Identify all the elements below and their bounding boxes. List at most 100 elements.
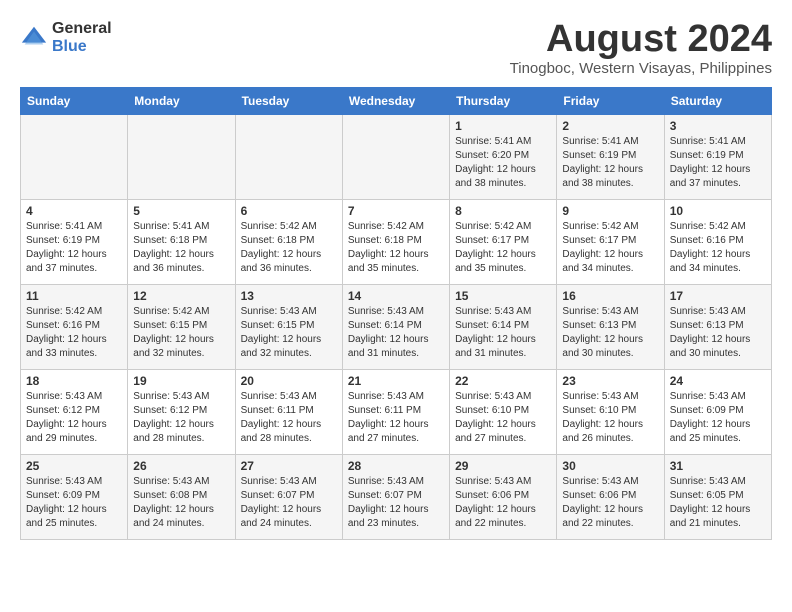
day-number: 7 xyxy=(348,204,444,218)
day-info: Sunrise: 5:43 AM Sunset: 6:06 PM Dayligh… xyxy=(562,475,658,531)
day-number: 24 xyxy=(670,374,766,388)
calendar-cell: 5 Sunrise: 5:41 AM Sunset: 6:18 PM Daylig… xyxy=(128,200,235,285)
day-info: Sunrise: 5:41 AM Sunset: 6:18 PM Dayligh… xyxy=(133,220,229,276)
day-info: Sunrise: 5:43 AM Sunset: 6:12 PM Dayligh… xyxy=(26,390,122,446)
day-info: Sunrise: 5:43 AM Sunset: 6:10 PM Dayligh… xyxy=(455,390,551,446)
calendar-cell: 23Sunrise: 5:43 AM Sunset: 6:10 PM Dayli… xyxy=(557,370,664,455)
calendar-cell: 29 Sunrise: 5:43 AM Sunset: 6:06 PM Dayli… xyxy=(450,455,557,540)
day-number: 6 xyxy=(241,204,337,218)
day-info: Sunrise: 5:43 AM Sunset: 6:10 PM Dayligh… xyxy=(562,390,658,446)
calendar-header-row: SundayMondayTuesdayWednesdayThursdayFrid… xyxy=(21,88,772,115)
day-info: Sunrise: 5:43 AM Sunset: 6:09 PM Dayligh… xyxy=(670,390,766,446)
logo-blue-text: Blue xyxy=(52,38,112,56)
day-number: 14 xyxy=(348,289,444,303)
calendar-week-row: 18 Sunrise: 5:43 AM Sunset: 6:12 PM Dayli… xyxy=(21,370,772,455)
location-subtitle: Tinogboc, Western Visayas, Philippines xyxy=(510,60,772,77)
day-number: 20 xyxy=(241,374,337,388)
header: General Blue August 2024 Tinogboc, Weste… xyxy=(20,20,772,77)
day-info: Sunrise: 5:41 AM Sunset: 6:20 PM Dayligh… xyxy=(455,135,551,191)
day-header-monday: Monday xyxy=(128,88,235,115)
day-info: Sunrise: 5:43 AM Sunset: 6:09 PM Dayligh… xyxy=(26,475,122,531)
day-number: 30 xyxy=(562,459,658,473)
title-section: August 2024 Tinogboc, Western Visayas, P… xyxy=(510,20,772,77)
calendar-cell: 22Sunrise: 5:43 AM Sunset: 6:10 PM Dayli… xyxy=(450,370,557,455)
day-number: 17 xyxy=(670,289,766,303)
day-number: 8 xyxy=(455,204,551,218)
day-number: 12 xyxy=(133,289,229,303)
day-info: Sunrise: 5:42 AM Sunset: 6:17 PM Dayligh… xyxy=(455,220,551,276)
day-info: Sunrise: 5:43 AM Sunset: 6:07 PM Dayligh… xyxy=(241,475,337,531)
calendar-cell: 6 Sunrise: 5:42 AM Sunset: 6:18 PM Daylig… xyxy=(235,200,342,285)
calendar-cell: 18 Sunrise: 5:43 AM Sunset: 6:12 PM Dayli… xyxy=(21,370,128,455)
calendar-cell: 25 Sunrise: 5:43 AM Sunset: 6:09 PM Dayli… xyxy=(21,455,128,540)
day-info: Sunrise: 5:43 AM Sunset: 6:05 PM Dayligh… xyxy=(670,475,766,531)
day-header-sunday: Sunday xyxy=(21,88,128,115)
day-info: Sunrise: 5:43 AM Sunset: 6:08 PM Dayligh… xyxy=(133,475,229,531)
calendar-cell: 13 Sunrise: 5:43 AM Sunset: 6:15 PM Dayli… xyxy=(235,285,342,370)
day-header-wednesday: Wednesday xyxy=(342,88,449,115)
calendar-cell: 26 Sunrise: 5:43 AM Sunset: 6:08 PM Dayli… xyxy=(128,455,235,540)
day-number: 18 xyxy=(26,374,122,388)
calendar-week-row: 11Sunrise: 5:42 AM Sunset: 6:16 PM Dayli… xyxy=(21,285,772,370)
calendar-cell: 9 Sunrise: 5:42 AM Sunset: 6:17 PM Daylig… xyxy=(557,200,664,285)
day-number: 10 xyxy=(670,204,766,218)
day-info: Sunrise: 5:43 AM Sunset: 6:14 PM Dayligh… xyxy=(348,305,444,361)
day-number: 26 xyxy=(133,459,229,473)
day-number: 13 xyxy=(241,289,337,303)
day-number: 11 xyxy=(26,289,122,303)
calendar-cell: 21Sunrise: 5:43 AM Sunset: 6:11 PM Dayli… xyxy=(342,370,449,455)
calendar-cell xyxy=(235,115,342,200)
day-info: Sunrise: 5:41 AM Sunset: 6:19 PM Dayligh… xyxy=(670,135,766,191)
calendar-cell: 24 Sunrise: 5:43 AM Sunset: 6:09 PM Dayli… xyxy=(664,370,771,455)
day-number: 2 xyxy=(562,119,658,133)
day-number: 16 xyxy=(562,289,658,303)
day-number: 9 xyxy=(562,204,658,218)
day-info: Sunrise: 5:43 AM Sunset: 6:06 PM Dayligh… xyxy=(455,475,551,531)
day-number: 15 xyxy=(455,289,551,303)
calendar-cell: 20 Sunrise: 5:43 AM Sunset: 6:11 PM Dayli… xyxy=(235,370,342,455)
day-info: Sunrise: 5:43 AM Sunset: 6:11 PM Dayligh… xyxy=(348,390,444,446)
day-info: Sunrise: 5:43 AM Sunset: 6:15 PM Dayligh… xyxy=(241,305,337,361)
day-header-tuesday: Tuesday xyxy=(235,88,342,115)
day-info: Sunrise: 5:42 AM Sunset: 6:15 PM Dayligh… xyxy=(133,305,229,361)
day-number: 28 xyxy=(348,459,444,473)
day-number: 3 xyxy=(670,119,766,133)
calendar-cell: 3 Sunrise: 5:41 AM Sunset: 6:19 PM Daylig… xyxy=(664,115,771,200)
day-number: 19 xyxy=(133,374,229,388)
calendar-cell: 1 Sunrise: 5:41 AM Sunset: 6:20 PM Daylig… xyxy=(450,115,557,200)
calendar-week-row: 25 Sunrise: 5:43 AM Sunset: 6:09 PM Dayli… xyxy=(21,455,772,540)
calendar-cell xyxy=(342,115,449,200)
calendar-cell: 7 Sunrise: 5:42 AM Sunset: 6:18 PM Daylig… xyxy=(342,200,449,285)
calendar-cell: 11Sunrise: 5:42 AM Sunset: 6:16 PM Dayli… xyxy=(21,285,128,370)
day-info: Sunrise: 5:43 AM Sunset: 6:11 PM Dayligh… xyxy=(241,390,337,446)
calendar-cell: 27Sunrise: 5:43 AM Sunset: 6:07 PM Dayli… xyxy=(235,455,342,540)
logo-general-text: General xyxy=(52,20,112,38)
day-info: Sunrise: 5:43 AM Sunset: 6:13 PM Dayligh… xyxy=(562,305,658,361)
calendar-cell: 4Sunrise: 5:41 AM Sunset: 6:19 PM Daylig… xyxy=(21,200,128,285)
day-number: 1 xyxy=(455,119,551,133)
calendar-cell: 2Sunrise: 5:41 AM Sunset: 6:19 PM Daylig… xyxy=(557,115,664,200)
day-info: Sunrise: 5:43 AM Sunset: 6:13 PM Dayligh… xyxy=(670,305,766,361)
calendar-cell: 16 Sunrise: 5:43 AM Sunset: 6:13 PM Dayli… xyxy=(557,285,664,370)
day-info: Sunrise: 5:42 AM Sunset: 6:17 PM Dayligh… xyxy=(562,220,658,276)
day-info: Sunrise: 5:43 AM Sunset: 6:14 PM Dayligh… xyxy=(455,305,551,361)
day-header-thursday: Thursday xyxy=(450,88,557,115)
calendar-cell: 31Sunrise: 5:43 AM Sunset: 6:05 PM Dayli… xyxy=(664,455,771,540)
day-info: Sunrise: 5:43 AM Sunset: 6:12 PM Dayligh… xyxy=(133,390,229,446)
calendar-cell: 30 Sunrise: 5:43 AM Sunset: 6:06 PM Dayli… xyxy=(557,455,664,540)
day-number: 25 xyxy=(26,459,122,473)
calendar-cell: 17 Sunrise: 5:43 AM Sunset: 6:13 PM Dayli… xyxy=(664,285,771,370)
day-info: Sunrise: 5:41 AM Sunset: 6:19 PM Dayligh… xyxy=(26,220,122,276)
day-info: Sunrise: 5:42 AM Sunset: 6:18 PM Dayligh… xyxy=(241,220,337,276)
day-header-saturday: Saturday xyxy=(664,88,771,115)
calendar-cell: 12 Sunrise: 5:42 AM Sunset: 6:15 PM Dayli… xyxy=(128,285,235,370)
day-info: Sunrise: 5:42 AM Sunset: 6:18 PM Dayligh… xyxy=(348,220,444,276)
day-info: Sunrise: 5:42 AM Sunset: 6:16 PM Dayligh… xyxy=(670,220,766,276)
calendar-week-row: 1 Sunrise: 5:41 AM Sunset: 6:20 PM Daylig… xyxy=(21,115,772,200)
logo-icon xyxy=(20,24,48,52)
day-number: 5 xyxy=(133,204,229,218)
calendar-week-row: 4Sunrise: 5:41 AM Sunset: 6:19 PM Daylig… xyxy=(21,200,772,285)
calendar-cell: 8 Sunrise: 5:42 AM Sunset: 6:17 PM Daylig… xyxy=(450,200,557,285)
calendar-cell xyxy=(21,115,128,200)
day-number: 29 xyxy=(455,459,551,473)
